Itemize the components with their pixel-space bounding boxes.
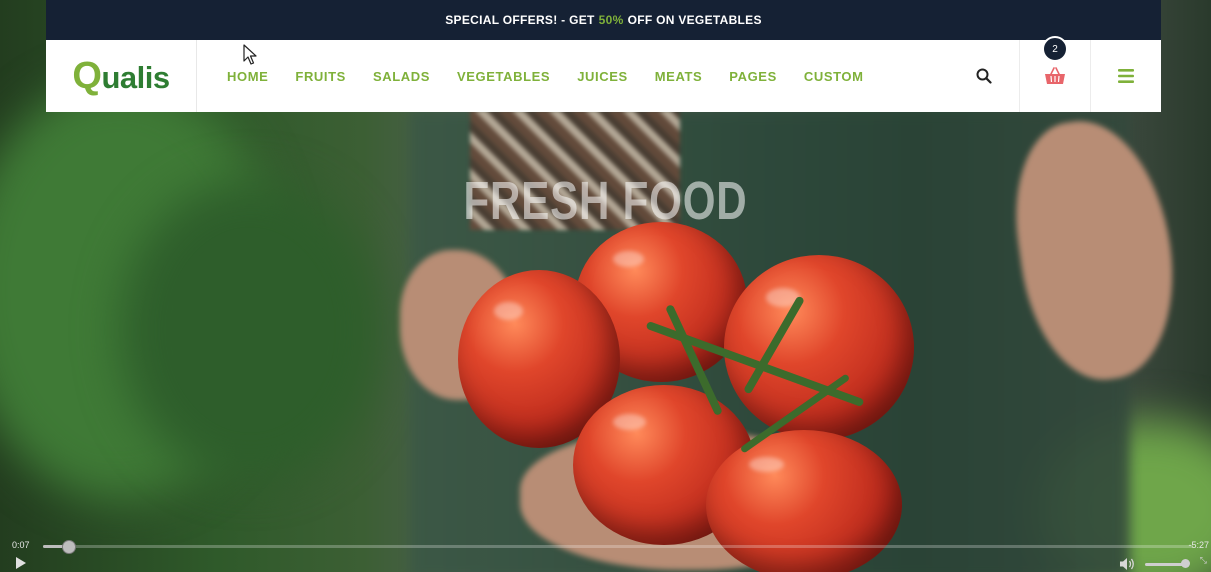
header-tools: 2 — [949, 36, 1161, 112]
volume-handle[interactable] — [1181, 559, 1190, 568]
basket-icon — [1045, 67, 1065, 84]
offer-bar: SPECIAL OFFERS! - GET 50% OFF ON VEGETAB… — [46, 0, 1161, 40]
offer-prefix: SPECIAL OFFERS! - GET — [445, 13, 595, 27]
current-time: 0:07 — [12, 540, 30, 550]
offer-suffix: OFF ON VEGETABLES — [627, 13, 762, 27]
logo-rest: ualis — [101, 59, 170, 95]
nav-vegetables[interactable]: VEGETABLES — [457, 69, 550, 84]
cart-count-badge: 2 — [1042, 36, 1068, 62]
fullscreen-icon[interactable]: ⤡ — [1200, 555, 1207, 566]
search-icon — [976, 68, 992, 84]
video-progress-bar[interactable] — [43, 540, 1193, 554]
nav-home[interactable]: HOME — [227, 69, 268, 84]
nav-custom[interactable]: CUSTOM — [804, 69, 864, 84]
main-nav: HOME FRUITS SALADS VEGETABLES JUICES MEA… — [197, 40, 949, 112]
cart-button[interactable]: 2 — [1019, 36, 1090, 112]
video-progress-handle[interactable] — [62, 540, 77, 554]
menu-button[interactable] — [1090, 40, 1161, 112]
volume-icon[interactable] — [1119, 557, 1137, 571]
hero-title: FRESH FOOD — [463, 171, 748, 231]
logo: Qualis — [72, 54, 170, 98]
offer-accent: 50% — [598, 13, 624, 27]
mouse-cursor-icon — [243, 44, 257, 65]
logo-q: Q — [72, 54, 102, 97]
nav-pages[interactable]: PAGES — [729, 69, 777, 84]
nav-fruits[interactable]: FRUITS — [295, 69, 346, 84]
logo-link[interactable]: Qualis — [46, 40, 197, 112]
site-header: Qualis HOME FRUITS SALADS VEGETABLES JUI… — [46, 36, 1161, 112]
search-button[interactable] — [949, 40, 1019, 112]
nav-juices[interactable]: JUICES — [577, 69, 628, 84]
video-controls: 0:07 -5:27 ⤡ — [0, 532, 1211, 572]
hamburger-icon — [1118, 69, 1134, 83]
nav-salads[interactable]: SALADS — [373, 69, 430, 84]
play-icon[interactable] — [15, 557, 27, 569]
remaining-time: -5:27 — [1188, 540, 1209, 550]
nav-meats[interactable]: MEATS — [655, 69, 703, 84]
